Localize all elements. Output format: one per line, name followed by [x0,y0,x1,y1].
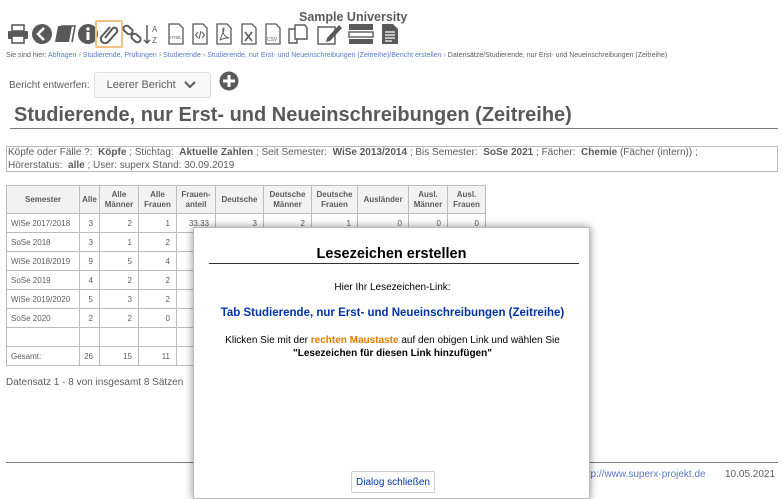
bookmark-dialog: Lesezeichen erstellen Hier Ihr Lesezeich… [193,227,590,499]
dialog-divider [209,263,579,264]
instruction-highlight: rechten Maustaste [310,335,399,346]
dialog-hint: Hier Ihr Lesezeichen-Link: [334,282,451,293]
instruction-text: Klicken Sie mit der [225,335,308,346]
instruction-text: auf den obigen Link und wählen Sie [401,335,560,346]
bookmark-link[interactable]: Tab Studierende, nur Erst- und Neueinsch… [194,307,591,319]
dialog-title: Lesezeichen erstellen [316,246,467,262]
close-dialog-button[interactable]: Dialog schließen [351,471,435,493]
instruction-text: "Lesezeichen für diesen Link hinzufügen" [293,347,492,359]
dialog-instructions: Klicken Sie mit der rechten Maustaste au… [194,335,591,360]
